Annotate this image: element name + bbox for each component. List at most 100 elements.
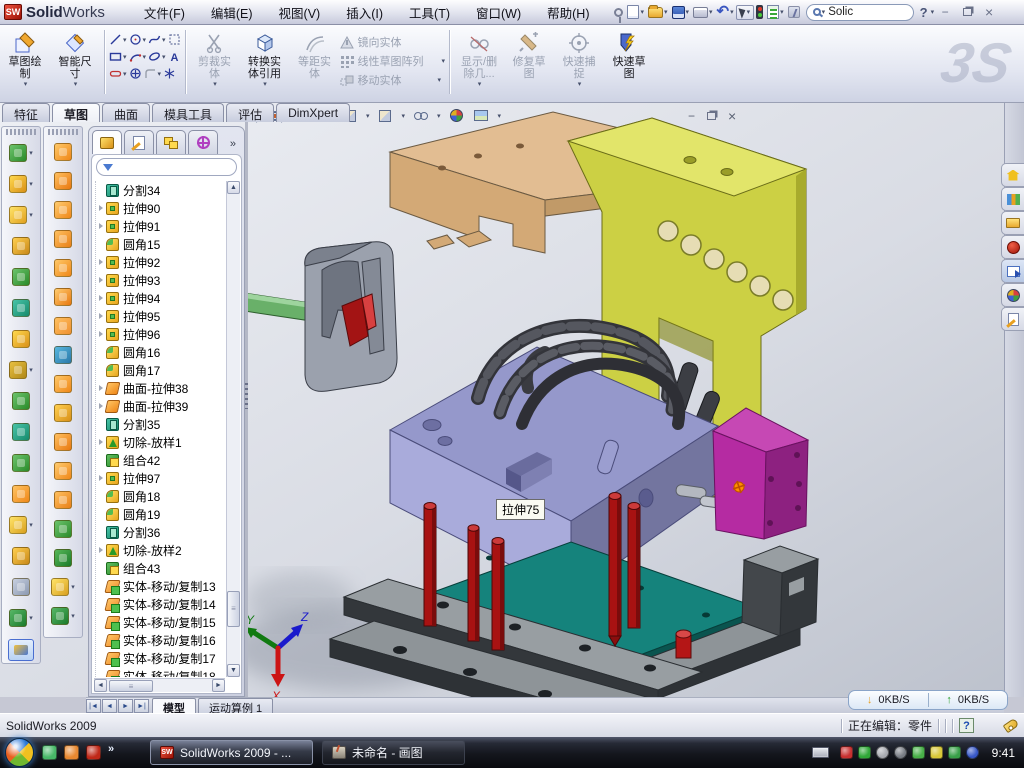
tool-move-copy-body[interactable] (12, 485, 30, 503)
ribbon-tab-1[interactable]: 草图 (52, 103, 100, 122)
tree-item-15[interactable]: 组合42 (96, 451, 225, 469)
taskpane-tab-file-explorer[interactable] (1001, 211, 1024, 235)
tree-item-21[interactable]: 组合43 (96, 559, 225, 577)
tree-item-3[interactable]: 圆角15 (96, 235, 225, 253)
tool-curve[interactable] (9, 609, 27, 627)
collision-check-button[interactable] (755, 3, 764, 22)
circle-tool[interactable]: ▾ (129, 33, 147, 46)
dropdown-caret-icon[interactable]: ▾ (29, 614, 33, 622)
ribbon-tab-5[interactable]: DimXpert (276, 103, 350, 122)
display-style-icon[interactable] (376, 106, 395, 125)
tool-join[interactable] (12, 454, 30, 472)
tool-reference-plane[interactable] (12, 547, 30, 565)
sketch-button[interactable]: 草图绘 制▾ (0, 28, 50, 90)
pin-icon[interactable] (613, 3, 624, 22)
help-button[interactable]: ? (918, 5, 930, 20)
tree-item-6[interactable]: 拉伸94 (96, 289, 225, 307)
search-input[interactable]: ▾ Solic (806, 4, 914, 21)
cavity-insert-block[interactable] (713, 408, 808, 539)
tab-dimxpertmanager[interactable] (188, 130, 218, 154)
design-checker-button[interactable]: ▾ (766, 3, 785, 22)
tool-thicken[interactable] (51, 578, 69, 596)
linear-sketch-pattern-button[interactable]: 线性草图阵列▾ (340, 53, 446, 69)
tool-reference-axis[interactable] (12, 578, 30, 596)
doc-close-button[interactable]: × (728, 110, 736, 122)
quicklaunch-messenger[interactable] (42, 745, 57, 760)
tool-offset-surface[interactable] (54, 346, 72, 364)
dropdown-caret-icon[interactable]: ▾ (29, 211, 33, 219)
tool-extend-surface[interactable] (54, 462, 72, 480)
toolbar-drag-handle[interactable] (6, 129, 36, 135)
expand-arrow-icon[interactable] (96, 277, 106, 283)
spline-tool[interactable]: ▾ (148, 33, 166, 46)
taskpane-tab-design-library[interactable] (1001, 187, 1024, 211)
sprue-clamp-assembly[interactable] (247, 242, 397, 392)
scroll-right-button[interactable]: ► (212, 679, 225, 692)
instant3d-button[interactable] (8, 639, 34, 661)
tool-surface-curve[interactable] (51, 607, 69, 625)
tree-item-27[interactable]: 实体-移动/复制18 (96, 667, 225, 677)
tool-extruded-cut[interactable] (9, 175, 27, 193)
apply-scene-icon[interactable] (472, 106, 491, 125)
menu-item-3[interactable]: 插入(I) (333, 0, 396, 25)
tool-freeform-surface[interactable] (54, 288, 72, 306)
tool-knit-surface[interactable] (54, 549, 72, 567)
tab-configurationmanager[interactable] (156, 130, 186, 154)
tool-planar-surface[interactable] (54, 317, 72, 335)
ribbon-tab-4[interactable]: 评估 (226, 103, 274, 122)
tree-item-12[interactable]: 曲面-拉伸39 (96, 397, 225, 415)
last-tab-button[interactable]: ►| (134, 699, 149, 713)
open-button[interactable]: ▾ (647, 3, 669, 22)
tool-ruled-surface[interactable] (54, 375, 72, 393)
dropdown-caret-icon[interactable]: ▾ (29, 180, 33, 188)
tool-shell[interactable] (12, 268, 30, 286)
doc-restore-button[interactable] (707, 110, 716, 122)
help-caret-icon[interactable]: ▾ (931, 8, 935, 16)
expand-arrow-icon[interactable] (96, 205, 106, 211)
expand-arrow-icon[interactable] (96, 475, 106, 481)
scroll-up-button[interactable]: ▲ (227, 181, 240, 194)
tree-filter-input[interactable] (96, 158, 237, 176)
tree-horizontal-scrollbar[interactable]: ◄ ≡ ► (94, 678, 225, 692)
doc-minimize-button[interactable]: − (688, 110, 695, 122)
move-entities-button[interactable]: 移动实体▾ (340, 72, 446, 88)
dropdown-caret-icon[interactable]: ▾ (29, 149, 33, 157)
tray-sync-tool-icon[interactable] (912, 746, 925, 759)
menu-item-5[interactable]: 窗口(W) (463, 0, 534, 25)
restore-button[interactable] (958, 5, 976, 20)
tree-item-25[interactable]: 实体-移动/复制16 (96, 631, 225, 649)
save-button[interactable]: ▾ (671, 3, 691, 22)
tree-item-5[interactable]: 拉伸93 (96, 271, 225, 289)
smart-dimension-button[interactable]: 智能尺 寸▾ (50, 28, 100, 90)
tool-extruded-boss-base[interactable] (9, 144, 27, 162)
tree-item-22[interactable]: 实体-移动/复制13 (96, 577, 225, 595)
tool-combine[interactable] (12, 392, 30, 410)
print-button[interactable]: ▾ (692, 3, 714, 22)
tree-item-10[interactable]: 圆角17 (96, 361, 225, 379)
hide-show-items-icon[interactable] (411, 106, 430, 125)
tab-propertymanager[interactable] (124, 130, 154, 154)
first-tab-button[interactable]: |◄ (86, 699, 101, 713)
tree-item-13[interactable]: 分割35 (96, 415, 225, 433)
tree-item-23[interactable]: 实体-移动/复制14 (96, 595, 225, 613)
tag-icon[interactable] (1003, 718, 1020, 733)
tree-item-9[interactable]: 圆角16 (96, 343, 225, 361)
dropdown-caret-icon[interactable]: ▾ (402, 112, 406, 120)
tree-vertical-scrollbar[interactable]: ▲ ▼ (226, 181, 240, 677)
quicklaunch-overflow[interactable]: » (108, 743, 114, 755)
quicklaunch-solidworks[interactable] (86, 745, 101, 760)
tool-filled-surface[interactable] (54, 259, 72, 277)
help-status-icon[interactable]: ? (959, 718, 974, 733)
taskpane-tab-solidworks-resources[interactable] (1001, 163, 1024, 187)
taskpane-tab-custom-properties[interactable] (1001, 307, 1024, 331)
convert-entities-button[interactable]: 转换实 体引用▾ (240, 28, 290, 90)
tree-item-8[interactable]: 拉伸96 (96, 325, 225, 343)
tool-trim-surface[interactable] (54, 491, 72, 509)
tree-item-7[interactable]: 拉伸95 (96, 307, 225, 325)
network-speed-widget[interactable]: ↓0KB/S ↑0KB/S (848, 690, 1008, 710)
tab-model[interactable]: 模型 (152, 698, 196, 713)
tool-boundary-surface[interactable] (54, 230, 72, 248)
menu-item-1[interactable]: 编辑(E) (198, 0, 266, 25)
next-tab-button[interactable]: ► (118, 699, 133, 713)
tray-network-warning-icon[interactable] (930, 746, 943, 759)
